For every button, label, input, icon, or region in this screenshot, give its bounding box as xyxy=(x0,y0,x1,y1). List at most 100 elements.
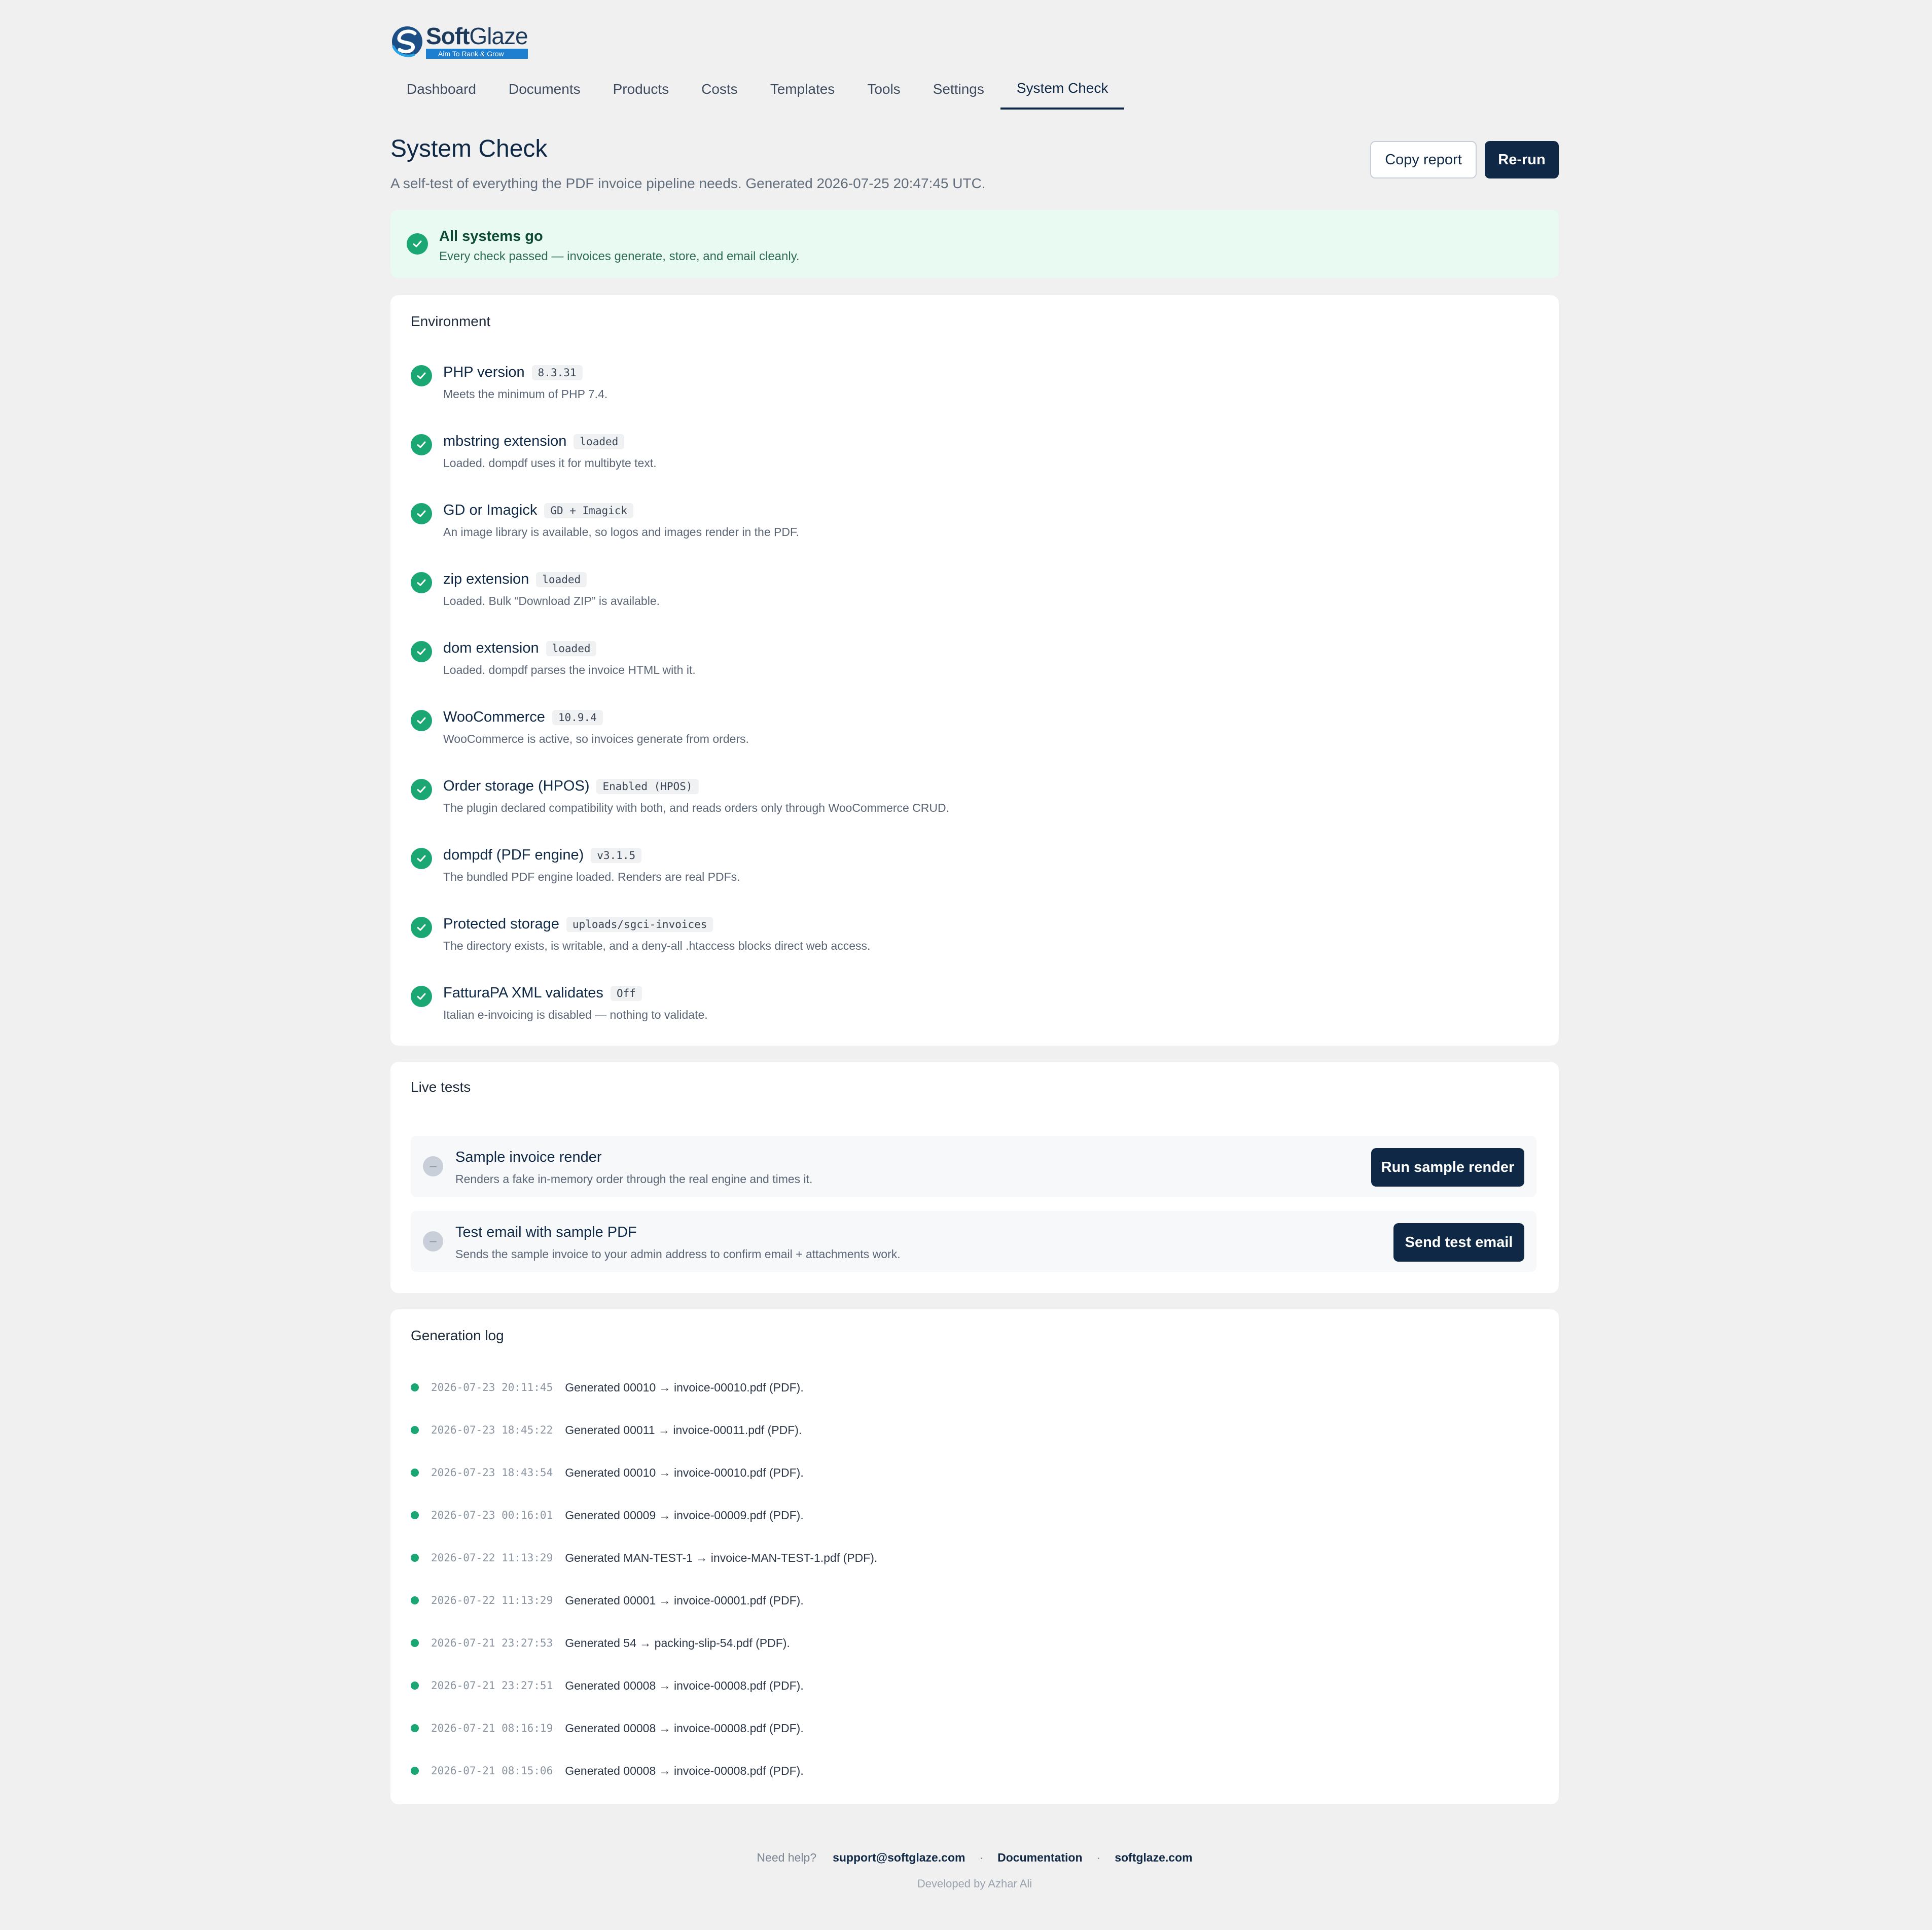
log-message: Generated 00008 → invoice-00008.pdf (PDF… xyxy=(565,1764,804,1777)
log-message: Generated 54 → packing-slip-54.pdf (PDF)… xyxy=(565,1636,790,1650)
log-timestamp: 2026-07-21 08:16:19 xyxy=(431,1722,553,1734)
tab-templates[interactable]: Templates xyxy=(754,69,851,110)
live-test-name: Test email with sample PDF xyxy=(455,1224,637,1240)
footer-help-label: Need help? xyxy=(757,1851,817,1864)
check-item-badge: uploads/sgci-invoices xyxy=(566,916,713,932)
log-message: Generated 00008 → invoice-00008.pdf (PDF… xyxy=(565,1678,804,1692)
check-item-badge: Enabled (HPOS) xyxy=(596,778,699,794)
log-timestamp: 2026-07-21 08:15:06 xyxy=(431,1765,553,1777)
page-title: System Check xyxy=(390,135,548,162)
check-icon xyxy=(411,917,432,938)
copy-report-button[interactable]: Copy report xyxy=(1370,141,1477,178)
tab-settings[interactable]: Settings xyxy=(917,69,1000,110)
tab-documents[interactable]: Documents xyxy=(492,69,597,110)
log-timestamp: 2026-07-23 20:11:45 xyxy=(431,1381,553,1393)
log-timestamp: 2026-07-22 11:13:29 xyxy=(431,1552,553,1564)
check-item-protected-storage: Protected storage uploads/sgci-invoices Th… xyxy=(411,912,1526,957)
check-item-php-version: PHP version 8.3.31 Meets the minimum of PH… xyxy=(411,360,1526,406)
log-message: Generated 00001 → invoice-00001.pdf (PDF… xyxy=(565,1593,804,1607)
log-entry: 2026-07-23 18:45:22 Generated 00011 → inv… xyxy=(411,1420,802,1440)
tab-products[interactable]: Products xyxy=(597,69,686,110)
check-item-gd-or-imagick: GD or Imagick GD + Imagick An image librar… xyxy=(411,498,1526,544)
check-item-name: dompdf (PDF engine) xyxy=(443,847,584,863)
banner-text: Every check passed — invoices generate, … xyxy=(439,249,800,263)
generation-log-title: Generation log xyxy=(411,1328,504,1343)
log-entry: 2026-07-23 00:16:01 Generated 00009 → inv… xyxy=(411,1505,804,1525)
footer-separator: · xyxy=(1096,1851,1101,1864)
send-test-email-button[interactable]: Send test email xyxy=(1393,1223,1524,1262)
footer-separator: · xyxy=(979,1851,984,1864)
check-item-description: The bundled PDF engine loaded. Renders a… xyxy=(443,870,740,883)
log-timestamp: 2026-07-21 23:27:53 xyxy=(431,1637,553,1649)
success-dot-icon xyxy=(411,1724,419,1732)
log-entry: 2026-07-22 11:13:29 Generated 00001 → inv… xyxy=(411,1590,804,1611)
footer-support-email-link[interactable]: support@softglaze.com xyxy=(833,1851,965,1865)
log-message: Generated 00010 → invoice-00010.pdf (PDF… xyxy=(565,1466,804,1479)
check-icon xyxy=(411,848,432,869)
tab-costs[interactable]: Costs xyxy=(685,69,754,110)
tab-dashboard[interactable]: Dashboard xyxy=(390,69,492,110)
success-dot-icon xyxy=(411,1596,419,1604)
success-dot-icon xyxy=(411,1639,419,1647)
check-item-badge: loaded xyxy=(546,640,597,656)
success-dot-icon xyxy=(411,1554,419,1562)
check-item-description: Loaded. dompdf parses the invoice HTML w… xyxy=(443,663,696,676)
check-icon xyxy=(411,572,432,593)
main-nav: Dashboard Documents Products Costs Templates… xyxy=(390,69,1559,111)
check-item-badge: GD + Imagick xyxy=(544,503,634,518)
log-timestamp: 2026-07-23 18:45:22 xyxy=(431,1424,553,1436)
tab-tools[interactable]: Tools xyxy=(851,69,916,110)
success-dot-icon xyxy=(411,1511,419,1519)
generation-log-card: Generation log 2026-07-23 20:11:45 Genera… xyxy=(390,1309,1559,1804)
log-message: Generated 00009 → invoice-00009.pdf (PDF… xyxy=(565,1508,804,1522)
log-entry: 2026-07-21 08:16:19 Generated 00008 → inv… xyxy=(411,1718,804,1738)
environment-card: Environment PHP version 8.3.31 Meets the m… xyxy=(390,295,1559,1046)
live-test-name: Sample invoice render xyxy=(455,1149,602,1165)
softglaze-logo-icon xyxy=(392,26,422,57)
rerun-button[interactable]: Re-run xyxy=(1485,141,1559,178)
live-test-test-email-with-sample-pdf: – Test email with sample PDF Sends the sam… xyxy=(411,1211,1536,1272)
footer: Need help? support@softglaze.com · Docum… xyxy=(390,1851,1559,1865)
success-dot-icon xyxy=(411,1426,419,1434)
environment-title: Environment xyxy=(411,313,491,329)
footer-documentation-link[interactable]: Documentation xyxy=(997,1851,1082,1865)
check-item-description: Loaded. Bulk “Download ZIP” is available… xyxy=(443,594,660,607)
log-entry: 2026-07-22 11:13:29 Generated MAN-TEST-1 … xyxy=(411,1548,877,1568)
check-item-name: FatturaPA XML validates xyxy=(443,985,603,1001)
check-item-fatturapa-xml-validates: FatturaPA XML validates Off Italian e-invo… xyxy=(411,981,1526,1026)
check-item-badge: 10.9.4 xyxy=(552,709,603,725)
check-item-name: GD or Imagick xyxy=(443,502,538,518)
check-icon xyxy=(411,434,432,455)
page-subtitle: A self-test of everything the PDF invoic… xyxy=(390,175,986,191)
check-item-name: PHP version xyxy=(443,364,525,380)
run-sample-render-button[interactable]: Run sample render xyxy=(1371,1148,1524,1187)
check-icon xyxy=(407,233,428,255)
log-timestamp: 2026-07-22 11:13:29 xyxy=(431,1594,553,1606)
check-item-badge: 8.3.31 xyxy=(531,365,583,380)
check-item-description: Meets the minimum of PHP 7.4. xyxy=(443,387,608,401)
live-test-description: Renders a fake in-memory order through t… xyxy=(455,1172,813,1186)
brand-name-b: Glaze xyxy=(469,23,528,49)
log-entry: 2026-07-21 23:27:53 Generated 54 → packin… xyxy=(411,1633,790,1653)
footer-website-link[interactable]: softglaze.com xyxy=(1115,1851,1192,1865)
log-timestamp: 2026-07-21 23:27:51 xyxy=(431,1679,553,1692)
check-item-zip-extension: zip extension loaded Loaded. Bulk “Downloa… xyxy=(411,567,1526,613)
check-item-description: Loaded. dompdf uses it for multibyte tex… xyxy=(443,456,657,470)
check-item-badge: loaded xyxy=(536,571,587,587)
check-item-name: Protected storage xyxy=(443,916,559,932)
banner-title: All systems go xyxy=(439,228,543,244)
log-timestamp: 2026-07-23 18:43:54 xyxy=(431,1467,553,1479)
pending-icon: – xyxy=(423,1156,443,1176)
brand-tagline: Aim To Rank & Grow xyxy=(426,49,528,59)
pending-icon: – xyxy=(423,1231,443,1252)
log-entry: 2026-07-21 08:15:06 Generated 00008 → inv… xyxy=(411,1761,804,1781)
footer-developer-credit: Developed by Azhar Ali xyxy=(917,1877,1032,1890)
success-dot-icon xyxy=(411,1469,419,1477)
brand-logo[interactable]: SoftGlaze Aim To Rank & Grow xyxy=(390,24,528,59)
live-test-sample-invoice-render: – Sample invoice render Renders a fake in-… xyxy=(411,1136,1536,1197)
tab-system-check[interactable]: System Check xyxy=(1000,69,1125,110)
success-dot-icon xyxy=(411,1767,419,1775)
check-item-dompdf-pdf-engine: dompdf (PDF engine) v3.1.5 The bundled PDF… xyxy=(411,843,1526,888)
page: SoftGlaze Aim To Rank & Grow Dashboard Do… xyxy=(0,0,1932,1930)
check-item-badge: v3.1.5 xyxy=(591,847,642,863)
